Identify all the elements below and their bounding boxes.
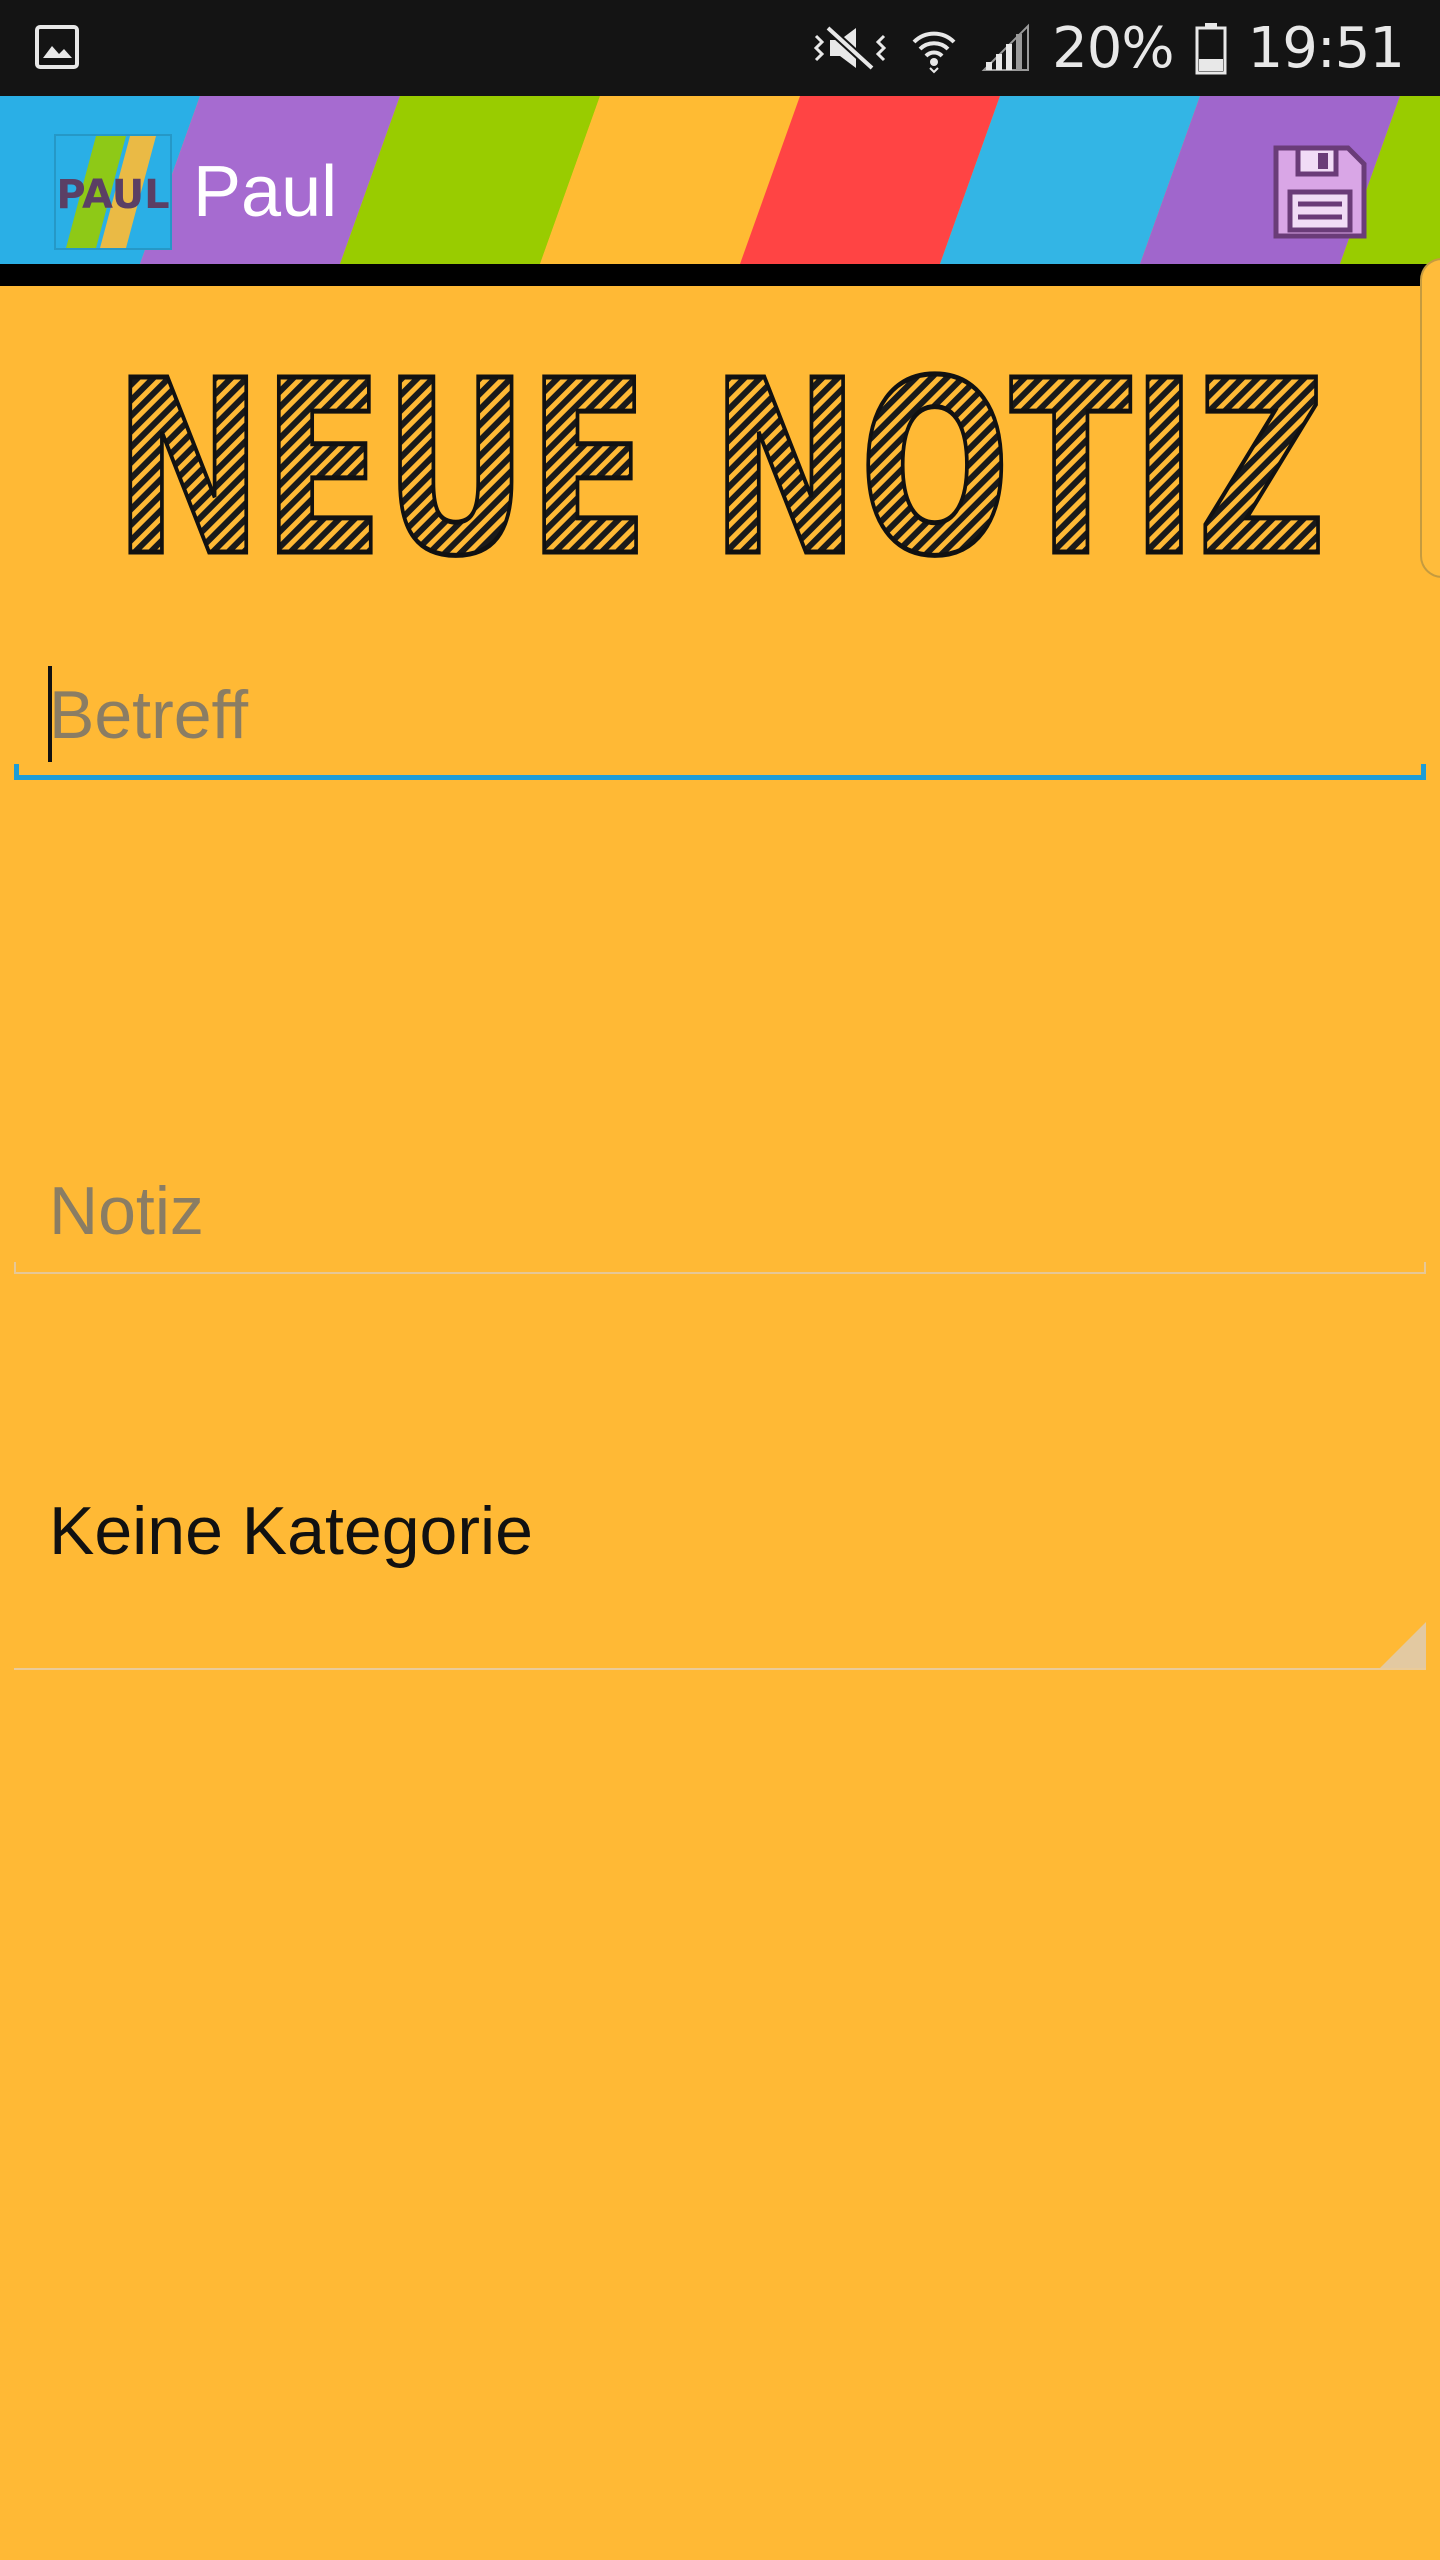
svg-text:PAUL: PAUL bbox=[56, 172, 169, 218]
clock: 19:51 bbox=[1247, 15, 1405, 81]
note-field[interactable] bbox=[14, 1160, 1426, 1274]
category-dropdown[interactable]: Keine Kategorie bbox=[14, 1460, 1426, 1670]
app-bar-shadow bbox=[0, 264, 1440, 286]
signal-icon bbox=[981, 23, 1030, 71]
status-bar: 20% 19:51 bbox=[0, 0, 1440, 96]
battery-percentage: 20% bbox=[1052, 15, 1174, 81]
subject-underline bbox=[14, 764, 1426, 780]
save-icon[interactable] bbox=[1270, 142, 1370, 242]
app-title: Paul bbox=[193, 152, 338, 232]
app-logo[interactable]: PAUL bbox=[54, 134, 172, 250]
note-underline bbox=[14, 1262, 1426, 1274]
paul-logo-icon: PAUL bbox=[56, 136, 170, 248]
vibrate-icon bbox=[814, 25, 887, 71]
wifi-icon bbox=[912, 31, 956, 74]
subject-input[interactable] bbox=[49, 676, 1409, 754]
page-heading: NEUE NOTIZ bbox=[112, 356, 1329, 566]
battery-icon bbox=[1195, 23, 1227, 75]
svg-text:NEUE NOTIZ: NEUE NOTIZ bbox=[114, 356, 1326, 566]
category-selected-value: Keine Kategorie bbox=[49, 1493, 533, 1569]
app-bar: PAUL Paul bbox=[0, 96, 1440, 264]
note-input[interactable] bbox=[49, 1172, 1409, 1250]
gallery-icon bbox=[35, 25, 79, 69]
subject-field[interactable] bbox=[14, 660, 1426, 780]
dropdown-arrow-icon bbox=[1380, 1622, 1426, 1668]
category-underline bbox=[14, 1668, 1426, 1670]
